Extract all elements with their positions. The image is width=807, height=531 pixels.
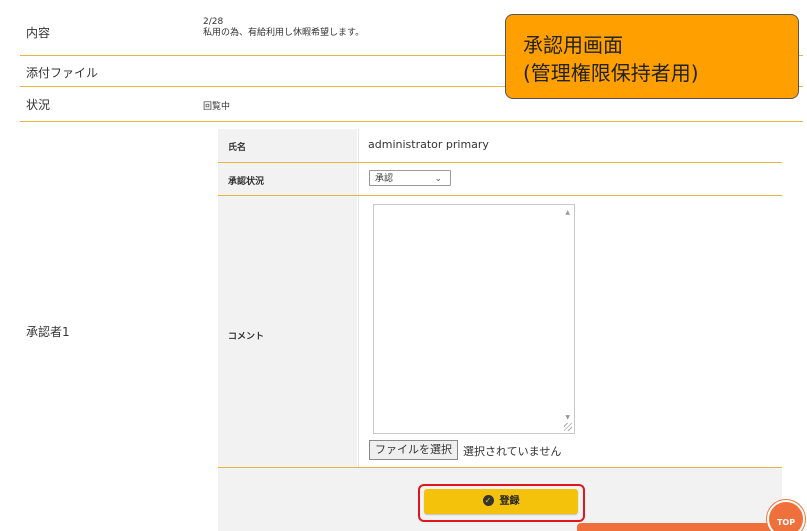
- approval-status-select[interactable]: 承認 ⌄: [369, 170, 451, 186]
- approval-status-value-cell: 承認 ⌄: [358, 163, 782, 195]
- callout-box: 承認用画面 (管理権限保持者用): [505, 14, 799, 99]
- check-circle-icon: ✓: [482, 494, 494, 506]
- submit-label: 登録: [499, 496, 520, 507]
- content-value-line1: 2/28: [203, 17, 224, 27]
- attachment-label: 添付ファイル: [26, 66, 99, 80]
- status-label: 状況: [26, 98, 51, 112]
- name-value-cell: administrator primary: [358, 129, 782, 162]
- comment-row: コメント ▲ ▼ ファイルを選択 選択されていません: [218, 196, 782, 468]
- submit-button[interactable]: ✓ 登録: [424, 489, 578, 514]
- approval-status-selected: 承認: [375, 174, 394, 184]
- approver-label: 承認者1: [26, 325, 70, 339]
- bottom-bar: [577, 523, 777, 531]
- scroll-top-button[interactable]: TOP: [767, 500, 805, 531]
- chevron-down-icon: ⌄: [434, 174, 442, 184]
- scroll-down-icon[interactable]: ▼: [565, 414, 570, 421]
- approval-status-label: 承認状況: [228, 177, 265, 187]
- approval-page: 内容 2/28 私用の為、有給利用し休暇希望します。 添付ファイル 状況 回覧中…: [0, 0, 807, 531]
- name-value: administrator primary: [368, 138, 489, 151]
- approval-status-row: 承認状況 承認 ⌄: [218, 163, 782, 196]
- file-status-text: 選択されていません: [463, 445, 562, 458]
- comment-label-cell: コメント: [218, 196, 357, 467]
- callout-line1: 承認用画面: [523, 33, 623, 57]
- comment-textarea[interactable]: ▲ ▼: [373, 204, 575, 434]
- comment-value-cell: ▲ ▼ ファイルを選択 選択されていません: [358, 196, 782, 467]
- status-value: 回覧中: [203, 102, 231, 112]
- content-value: 2/28 私用の為、有給利用し休暇希望します。: [203, 17, 364, 39]
- content-value-line2: 私用の為、有給利用し休暇希望します。: [203, 28, 365, 38]
- comment-label: コメント: [228, 332, 265, 342]
- file-select-button[interactable]: ファイルを選択: [369, 440, 458, 460]
- approval-status-label-cell: 承認状況: [218, 163, 357, 195]
- name-label-cell: 氏名: [218, 129, 357, 162]
- resize-grip-icon[interactable]: [564, 423, 572, 431]
- name-row: 氏名 administrator primary: [218, 129, 782, 163]
- content-label: 内容: [26, 26, 51, 40]
- scroll-up-icon[interactable]: ▲: [565, 209, 570, 216]
- callout-line2: (管理権限保持者用): [523, 61, 699, 85]
- name-label: 氏名: [228, 143, 247, 153]
